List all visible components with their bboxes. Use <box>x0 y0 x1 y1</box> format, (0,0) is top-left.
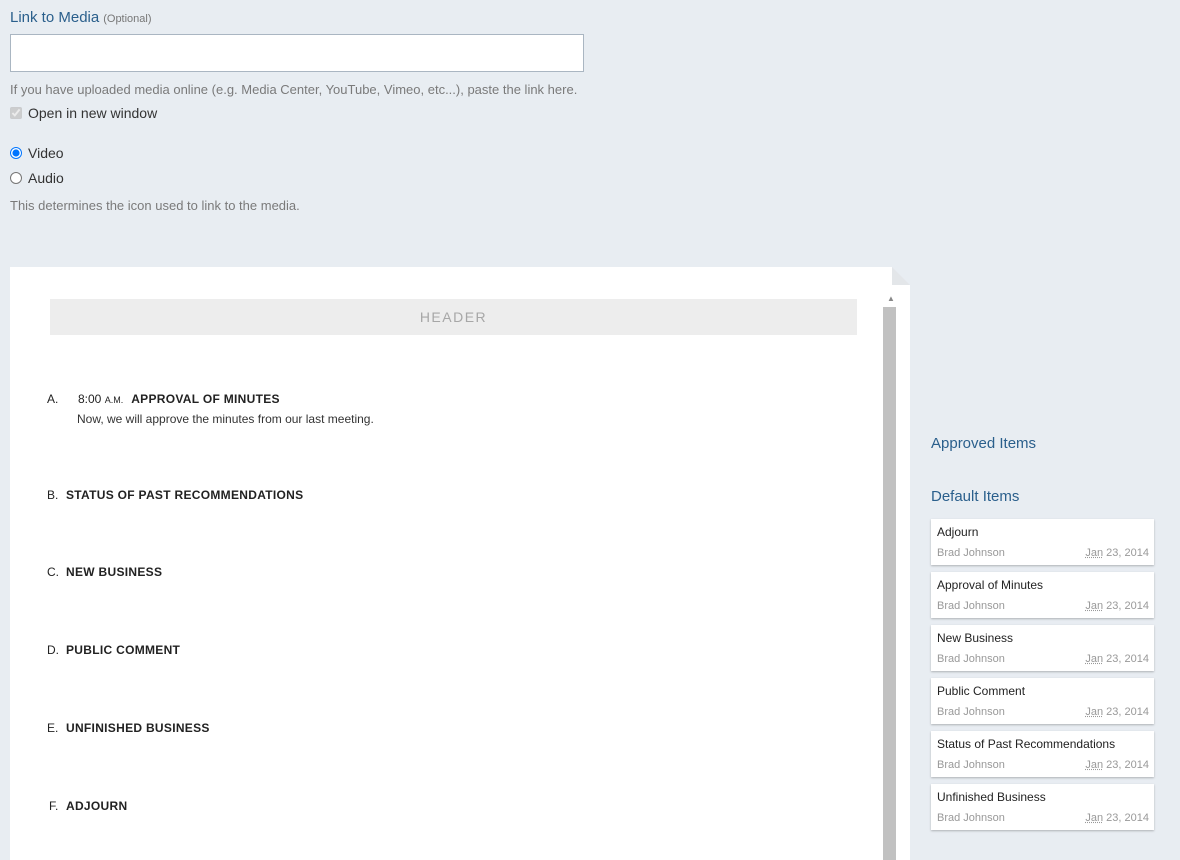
card-title: Approval of Minutes <box>937 578 1044 592</box>
media-link-help: If you have uploaded media online (e.g. … <box>10 82 578 97</box>
item-title: ADJOURN <box>66 799 128 813</box>
link-to-media-title: Link to Media <box>10 9 100 26</box>
default-item-card[interactable]: Adjourn Brad Johnson Jan 23, 2014 <box>931 519 1154 565</box>
video-radio[interactable] <box>10 147 22 159</box>
open-new-window-label: Open in new window <box>28 105 158 121</box>
card-title: Status of Past Recommendations <box>937 737 1116 751</box>
card-date-month: Jan <box>1085 547 1104 559</box>
default-items-heading: Default Items <box>931 488 1020 505</box>
item-letter: A. <box>47 392 59 406</box>
card-author: Brad Johnson <box>937 759 1005 771</box>
item-ampm: A.M. <box>104 395 124 405</box>
card-date: Jan 23, 2014 <box>1085 759 1149 771</box>
card-title: Unfinished Business <box>937 790 1046 804</box>
video-radio-row[interactable]: Video <box>10 145 64 161</box>
card-date-rest: 23, 2014 <box>1103 706 1149 718</box>
item-title: UNFINISHED BUSINESS <box>66 721 210 735</box>
agenda-header[interactable]: HEADER <box>50 299 857 335</box>
card-author: Brad Johnson <box>937 547 1005 559</box>
open-new-window-row[interactable]: Open in new window <box>10 105 157 121</box>
card-date-rest: 23, 2014 <box>1103 600 1149 612</box>
default-item-card[interactable]: New Business Brad Johnson Jan 23, 2014 <box>931 625 1154 671</box>
video-label: Video <box>28 145 64 161</box>
card-author: Brad Johnson <box>937 600 1005 612</box>
agenda-item-c[interactable]: C. NEW BUSINESS <box>47 565 162 579</box>
media-type-help: This determines the icon used to link to… <box>10 198 300 213</box>
item-time: 8:00 A.M. <box>78 392 123 406</box>
card-date: Jan 23, 2014 <box>1085 547 1149 559</box>
card-date-month: Jan <box>1085 600 1104 612</box>
item-letter: E. <box>47 721 59 735</box>
item-title: PUBLIC COMMENT <box>66 643 181 657</box>
card-author: Brad Johnson <box>937 653 1005 665</box>
page-fold-corner <box>892 267 910 285</box>
audio-radio-row[interactable]: Audio <box>10 170 64 186</box>
scroll-up-arrow-icon[interactable]: ▲ <box>886 294 896 304</box>
card-title: Adjourn <box>937 525 979 539</box>
card-date-month: Jan <box>1085 812 1104 824</box>
item-title: STATUS OF PAST RECOMMENDATIONS <box>66 488 304 502</box>
default-item-card[interactable]: Unfinished Business Brad Johnson Jan 23,… <box>931 784 1154 830</box>
agenda-item-d[interactable]: D. PUBLIC COMMENT <box>47 643 180 657</box>
agenda-item-f[interactable]: F. ADJOURN <box>49 799 127 813</box>
card-date: Jan 23, 2014 <box>1085 653 1149 665</box>
card-date: Jan 23, 2014 <box>1085 812 1149 824</box>
card-author: Brad Johnson <box>937 812 1005 824</box>
agenda-item-b[interactable]: B. STATUS OF PAST RECOMMENDATIONS <box>47 488 303 502</box>
card-title: Public Comment <box>937 684 1026 698</box>
card-date-rest: 23, 2014 <box>1103 653 1149 665</box>
agenda-item-a[interactable]: A. 8:00 A.M. APPROVAL OF MINUTES <box>47 392 280 406</box>
item-letter: F. <box>49 799 59 813</box>
item-letter: C. <box>47 565 59 579</box>
item-time-value: 8:00 <box>78 392 102 406</box>
card-author: Brad Johnson <box>937 706 1005 718</box>
agenda-item-e[interactable]: E. UNFINISHED BUSINESS <box>47 721 210 735</box>
card-title: New Business <box>937 631 1014 645</box>
card-date: Jan 23, 2014 <box>1085 600 1149 612</box>
default-item-card[interactable]: Approval of Minutes Brad Johnson Jan 23,… <box>931 572 1154 618</box>
card-date-rest: 23, 2014 <box>1103 812 1149 824</box>
item-letter: D. <box>47 643 59 657</box>
card-date-rest: 23, 2014 <box>1103 759 1149 771</box>
item-title: NEW BUSINESS <box>66 565 163 579</box>
default-item-card[interactable]: Status of Past Recommendations Brad John… <box>931 731 1154 777</box>
agenda-scrollbar[interactable] <box>883 307 896 860</box>
audio-label: Audio <box>28 170 64 186</box>
card-date-month: Jan <box>1085 653 1104 665</box>
agenda-item-a-description: Now, we will approve the minutes from ou… <box>77 412 374 426</box>
agenda-document: HEADER A. 8:00 A.M. APPROVAL OF MINUTES No… <box>10 267 910 860</box>
item-letter: B. <box>47 488 59 502</box>
card-date: Jan 23, 2014 <box>1085 706 1149 718</box>
item-title: APPROVAL OF MINUTES <box>131 392 280 406</box>
default-item-card[interactable]: Public Comment Brad Johnson Jan 23, 2014 <box>931 678 1154 724</box>
media-link-input[interactable] <box>10 34 584 72</box>
open-new-window-checkbox[interactable] <box>10 107 22 119</box>
audio-radio[interactable] <box>10 172 22 184</box>
card-date-month: Jan <box>1085 759 1104 771</box>
optional-note: (Optional) <box>103 13 152 25</box>
card-date-month: Jan <box>1085 706 1104 718</box>
link-to-media-label: Link to Media (Optional) <box>10 9 152 26</box>
approved-items-heading: Approved Items <box>931 435 1037 452</box>
card-date-rest: 23, 2014 <box>1103 547 1149 559</box>
